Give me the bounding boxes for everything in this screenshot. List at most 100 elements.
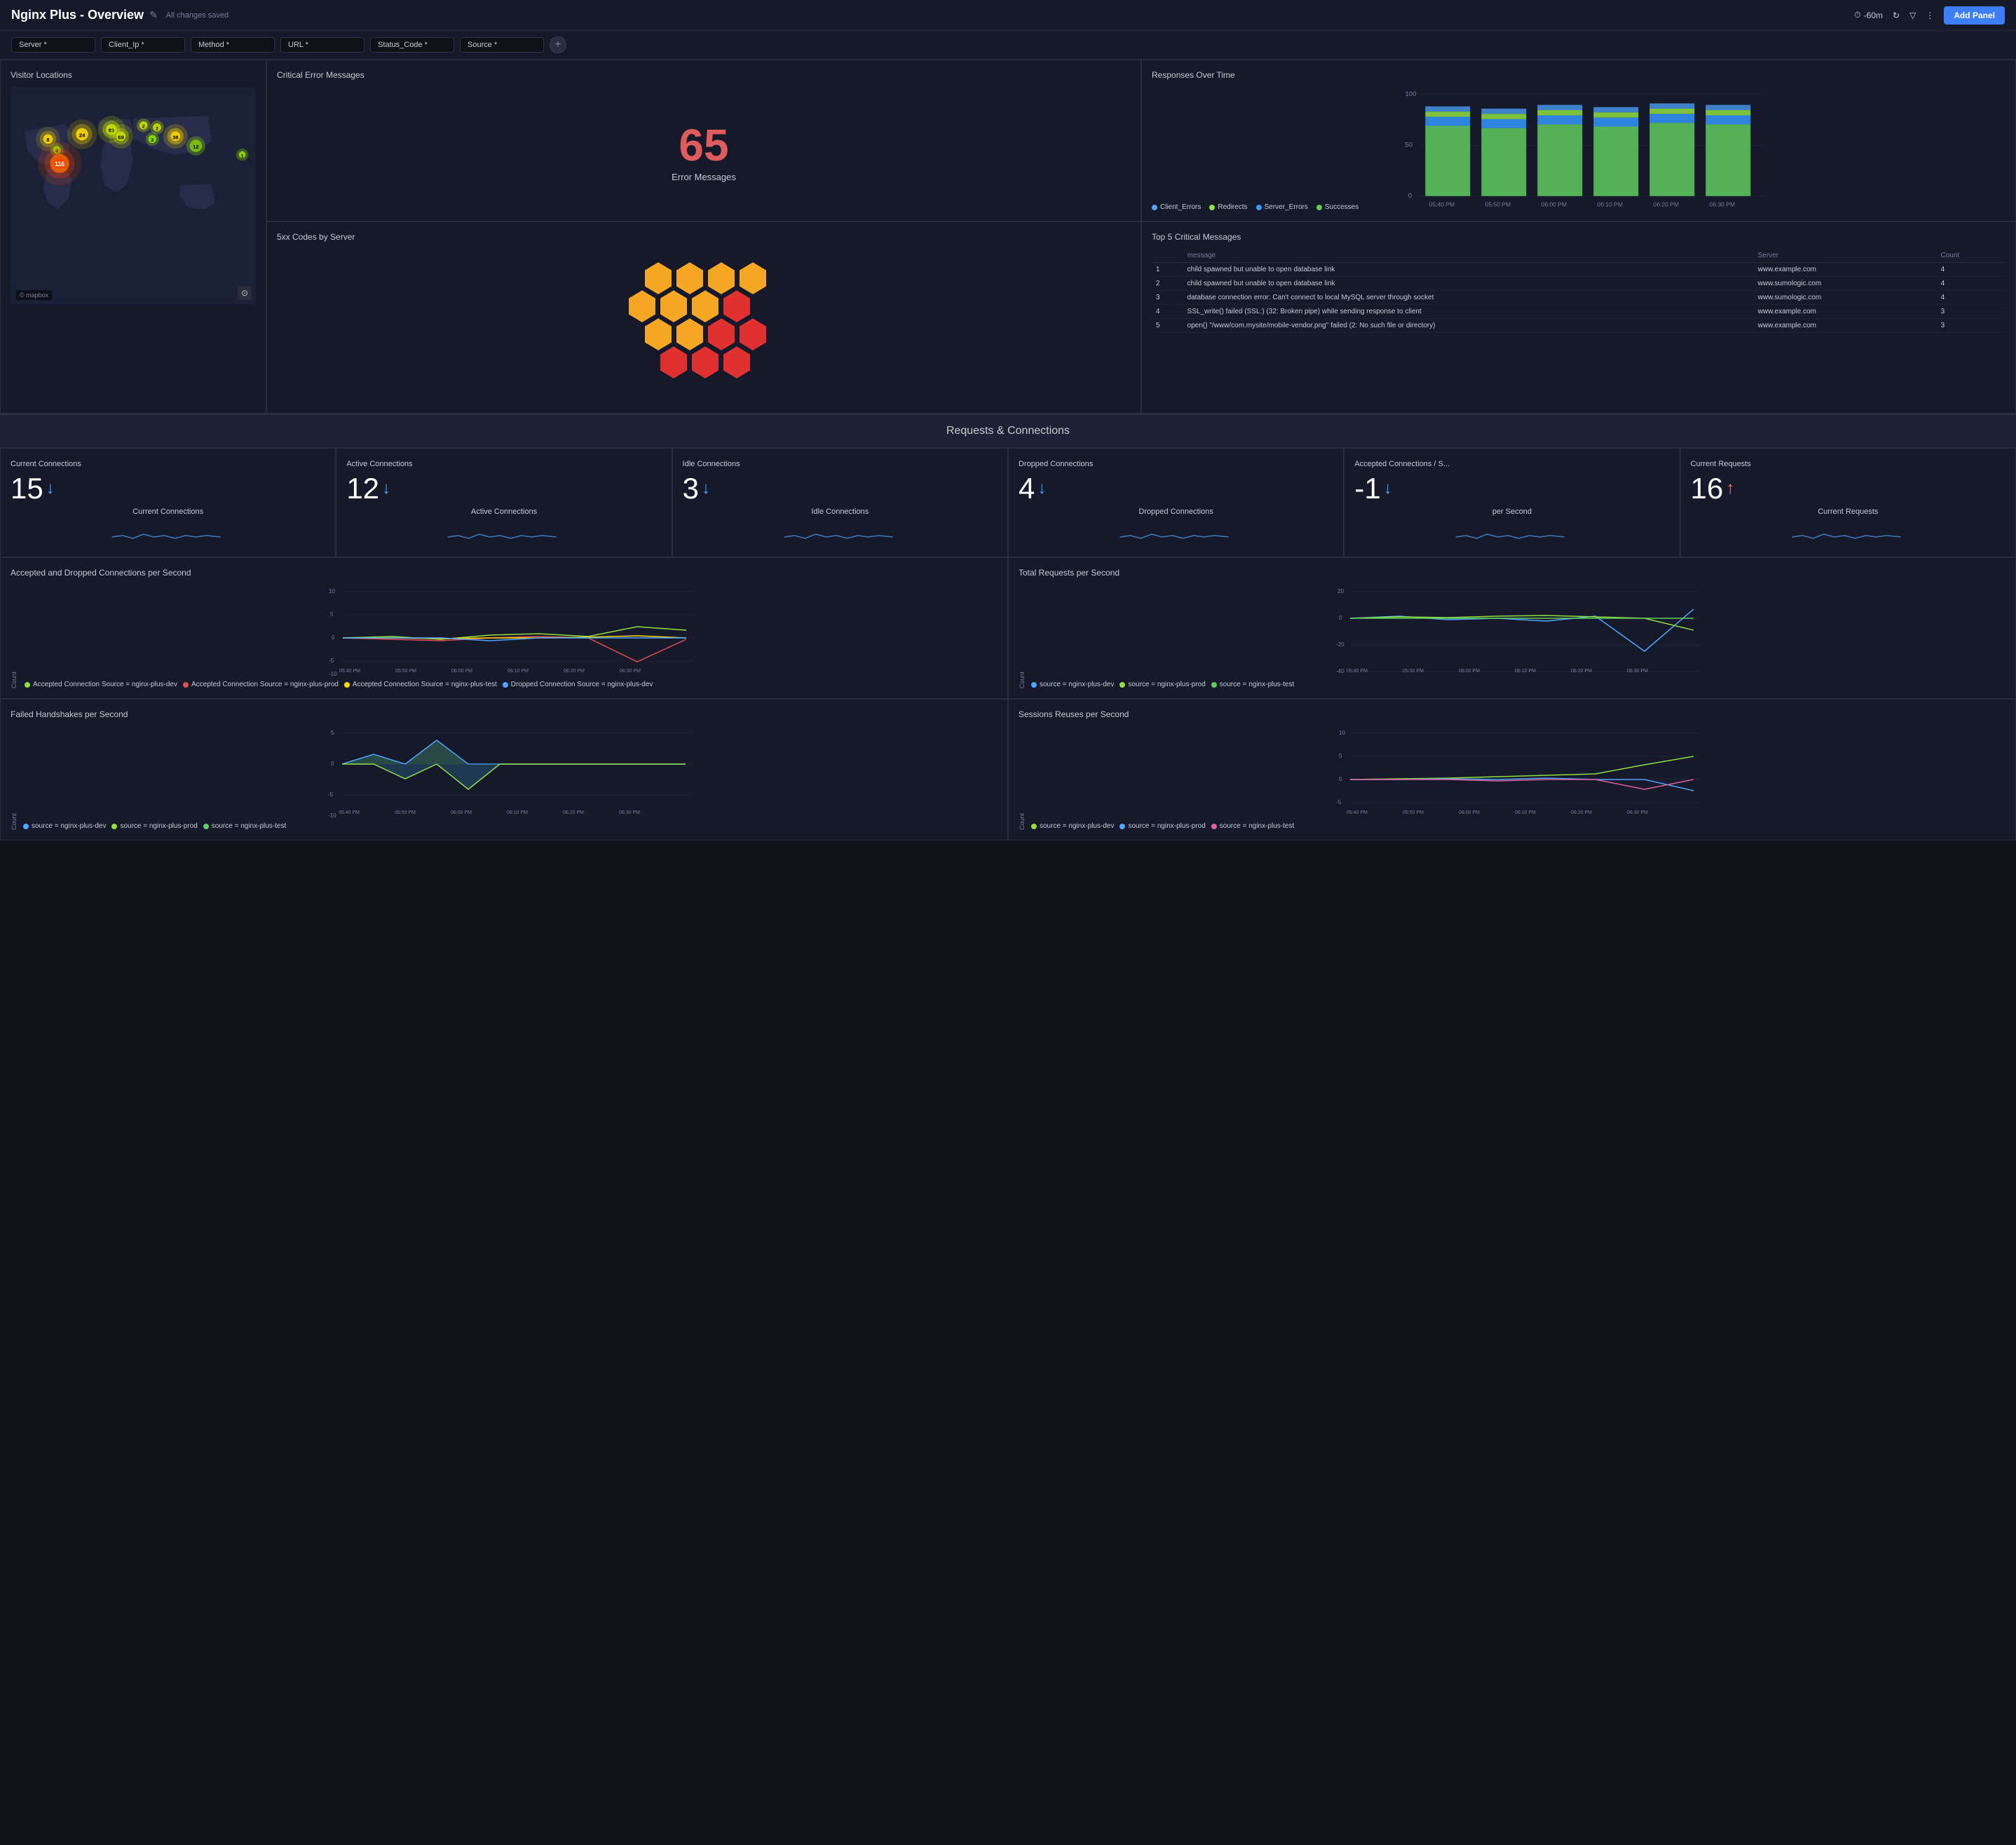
svg-text:06:10 PM: 06:10 PM (507, 810, 528, 815)
filter-source[interactable]: Source * (460, 37, 544, 53)
legend-sr-test: source = nginx-plus-test (1211, 822, 1294, 830)
svg-text:1: 1 (241, 154, 244, 159)
metric-sublabel-4: per Second (1354, 508, 1669, 516)
metric-value-4: -1↓ (1354, 474, 1669, 503)
more-icon[interactable]: ⋮ (1926, 11, 1934, 20)
session-reuses-legend: source = nginx-plus-dev source = nginx-p… (1031, 822, 2005, 830)
total-requests-legend: source = nginx-plus-dev source = nginx-p… (1031, 681, 2005, 688)
app-title: Nginx Plus - Overview (11, 8, 144, 22)
svg-text:06:10 PM: 06:10 PM (1515, 669, 1536, 674)
svg-text:05:40 PM: 05:40 PM (339, 669, 360, 674)
svg-text:-5: -5 (329, 658, 334, 664)
legend-acc-dev: Accepted Connection Source = nginx-plus-… (25, 681, 177, 688)
metric-sublabel-0: Current Connections (11, 508, 325, 516)
svg-text:3: 3 (151, 138, 154, 143)
svg-text:12: 12 (193, 144, 199, 150)
section-divider: Requests & Connections (0, 414, 2016, 448)
y-axis-label-4: Count (1019, 726, 1026, 830)
filter-url[interactable]: URL * (280, 37, 365, 53)
accepted-dropped-chart-svg: 10 5 0 -5 -10 05:40 PM 05:50 P (25, 585, 997, 676)
svg-text:06:20 PM: 06:20 PM (1654, 201, 1679, 208)
legend-dot-server-errors (1256, 205, 1262, 210)
responses-chart-svg: 100 50 0 (1152, 87, 2005, 199)
map-zoom-control[interactable]: ⊙ (238, 286, 252, 300)
svg-text:-20: -20 (1336, 641, 1344, 648)
filter-icon[interactable]: ▽ (1909, 11, 1916, 20)
charts-row-1: Accepted and Dropped Connections per Sec… (0, 557, 2016, 699)
svg-text:05:50 PM: 05:50 PM (1403, 810, 1424, 815)
add-filter-button[interactable]: + (550, 36, 566, 53)
legend-req-test: source = nginx-plus-test (1211, 681, 1294, 688)
metric-label-3: Dropped Connections (1019, 460, 1333, 468)
error-count-label: Error Messages (672, 172, 736, 182)
svg-text:-10: -10 (328, 812, 336, 819)
svg-text:06:20 PM: 06:20 PM (1571, 810, 1592, 815)
svg-text:05:50 PM: 05:50 PM (1485, 201, 1511, 208)
error-count-value: 65 (679, 123, 728, 168)
svg-text:5: 5 (330, 611, 334, 618)
visitor-locations-title: Visitor Locations (11, 70, 256, 80)
metric-sparkline-5 (1691, 522, 2005, 550)
metric-sublabel-1: Active Connections (346, 508, 661, 516)
col-count: Count (1937, 249, 2005, 263)
row-server: www.sumologic.com (1754, 291, 1937, 305)
metric-value-2: 3↓ (683, 474, 997, 503)
edit-icon[interactable]: ✎ (149, 9, 158, 21)
filter-status-code[interactable]: Status_Code * (370, 37, 454, 53)
table-row: 1 child spawned but unable to open datab… (1152, 263, 2005, 277)
svg-text:05:40 PM: 05:40 PM (1347, 669, 1368, 674)
5xx-title: 5xx Codes by Server (277, 232, 1131, 242)
add-panel-button[interactable]: Add Panel (1944, 6, 2005, 25)
svg-text:06:00 PM: 06:00 PM (1541, 201, 1567, 208)
svg-text:06:10 PM: 06:10 PM (1515, 810, 1536, 815)
metric-arrow-0: ↓ (46, 480, 55, 497)
svg-text:06:00 PM: 06:00 PM (1459, 810, 1480, 815)
metric-label-5: Current Requests (1691, 460, 2005, 468)
col-num (1152, 249, 1183, 263)
session-reuses-title: Sessions Reuses per Second (1019, 709, 2005, 719)
svg-text:8: 8 (46, 137, 50, 143)
metric-card-1: Active Connections 12↓ Active Connection… (336, 448, 672, 557)
5xx-panel: 5xx Codes by Server (266, 222, 1141, 414)
hex-svg (620, 256, 788, 396)
row-num: 3 (1152, 291, 1183, 305)
legend-fh-prod: source = nginx-plus-prod (111, 822, 197, 830)
legend-redirects: Redirects (1209, 203, 1247, 211)
filter-client-ip[interactable]: Client_Ip * (101, 37, 185, 53)
y-axis-label-3: Count (11, 726, 18, 830)
row-num: 5 (1152, 319, 1183, 333)
metric-value-5: 16↑ (1691, 474, 2005, 503)
time-range[interactable]: ⏱ -60m (1854, 10, 1883, 20)
svg-text:50: 50 (1405, 141, 1413, 149)
svg-text:06:30 PM: 06:30 PM (1627, 669, 1648, 674)
svg-text:-10: -10 (329, 671, 337, 677)
row-message: database connection error: Can't connect… (1183, 291, 1754, 305)
total-requests-panel: Total Requests per Second Count 20 0 -20… (1008, 557, 2016, 699)
session-reuses-svg: 10 5 0 -5 05:40 PM 05:50 PM 06:00 PM 06:… (1031, 726, 2005, 817)
row-num: 1 (1152, 263, 1183, 277)
svg-text:06:20 PM: 06:20 PM (563, 810, 584, 815)
metric-sublabel-2: Idle Connections (683, 508, 997, 516)
legend-sr-prod: source = nginx-plus-prod (1119, 822, 1205, 830)
saved-status: All changes saved (166, 11, 229, 20)
table-row: 3 database connection error: Can't conne… (1152, 291, 2005, 305)
accepted-dropped-legend: Accepted Connection Source = nginx-plus-… (25, 681, 997, 688)
refresh-icon[interactable]: ↻ (1893, 11, 1900, 20)
filter-server[interactable]: Server * (11, 37, 95, 53)
legend-successes: Successes (1316, 203, 1358, 211)
accepted-dropped-panel: Accepted and Dropped Connections per Sec… (0, 557, 1008, 699)
svg-text:06:20 PM: 06:20 PM (564, 669, 585, 674)
world-map-svg: 8 24 83 69 2 (11, 87, 256, 304)
svg-text:24: 24 (79, 132, 86, 138)
filter-method[interactable]: Method * (191, 37, 275, 53)
svg-text:06:00 PM: 06:00 PM (451, 669, 472, 674)
metric-arrow-2: ↓ (702, 480, 710, 497)
row-message: SSL_write() failed (SSL:) (32: Broken pi… (1183, 305, 1754, 319)
legend-acc-test: Accepted Connection Source = nginx-plus-… (344, 681, 497, 688)
metric-sparkline-0 (11, 522, 325, 550)
metric-card-3: Dropped Connections 4↓ Dropped Connectio… (1008, 448, 1344, 557)
svg-text:05:50 PM: 05:50 PM (395, 810, 416, 815)
svg-text:0: 0 (1339, 615, 1342, 621)
hex-grid (277, 249, 1131, 403)
svg-text:0: 0 (1408, 192, 1412, 200)
